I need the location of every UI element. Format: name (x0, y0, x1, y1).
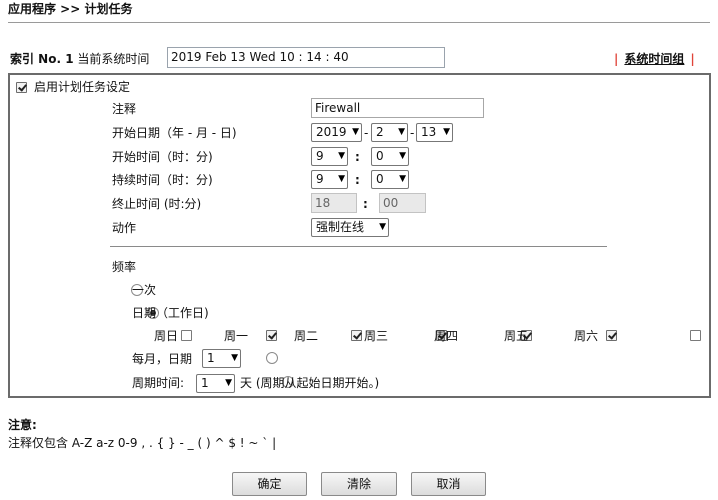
day-thu-label: 周四 (434, 329, 459, 343)
end-hour-field: 18 (311, 193, 357, 213)
time-colon: : (355, 173, 360, 187)
breadcrumb: 应用程序 >> 计划任务 (8, 2, 133, 16)
chevron-down-icon: ▼ (399, 151, 406, 161)
frequency-title: 频率 (112, 260, 137, 274)
day-sun-checkbox[interactable] (181, 330, 193, 341)
action-label: 动作 (112, 221, 137, 235)
start-time-label: 开始时间（时：分) (112, 150, 213, 164)
enable-checkbox[interactable] (16, 82, 27, 93)
chevron-down-icon: ▼ (379, 222, 386, 232)
duration-hour-value: 9 (316, 172, 324, 186)
chevron-down-icon: ▼ (225, 378, 232, 388)
day-fri-label: 周五 (504, 329, 529, 343)
end-minute-field: 00 (379, 193, 426, 213)
duration-minute-value: 0 (376, 172, 384, 186)
start-minute-value: 0 (376, 149, 384, 163)
index-label: 索引 No. 1 (10, 52, 74, 66)
duration-label: 持续时间（时：分) (112, 173, 213, 187)
monthly-day-value: 1 (207, 351, 215, 365)
ok-button[interactable]: 确定 (232, 472, 307, 496)
header-divider (8, 22, 710, 23)
comment-input[interactable]: Firewall (311, 98, 484, 118)
time-colon: : (355, 150, 360, 164)
pipe-right: | (690, 52, 695, 66)
comment-label: 注释 (112, 102, 137, 116)
chevron-down-icon: ▼ (231, 353, 238, 363)
duration-hour-select[interactable]: 9 ▼ (311, 170, 348, 189)
chevron-down-icon: ▼ (398, 127, 405, 137)
cycle-days-select[interactable]: 1 ▼ (196, 374, 235, 393)
start-day-select[interactable]: 13 ▼ (416, 123, 453, 142)
cycle-label: 周期时间: (132, 376, 185, 390)
date-separator: - (410, 126, 415, 140)
day-sat-label: 周六 (574, 329, 599, 343)
note-text: 注释仅包含 A-Z a-z 0-9 , . { } - _ ( ) ^ $ ! … (8, 436, 277, 450)
day-sun-label: 周日 (154, 329, 179, 343)
time-colon: : (363, 197, 368, 211)
chevron-down-icon: ▼ (352, 127, 359, 137)
start-year-value: 2019 (316, 125, 347, 139)
start-month-select[interactable]: 2 ▼ (371, 123, 408, 142)
current-time-label: 当前系统时间 (77, 52, 150, 66)
day-wed-label: 周三 (364, 329, 389, 343)
action-select[interactable]: 强制在线 ▼ (311, 218, 389, 237)
weekdays-label: 日期（工作日) (132, 306, 209, 320)
section-divider (110, 246, 607, 247)
note-title: 注意: (8, 418, 37, 432)
once-label: 一次 (132, 283, 157, 297)
day-tue-label: 周二 (294, 329, 319, 343)
group-link-wrap: | 系统时间组 | (614, 51, 695, 67)
duration-minute-select[interactable]: 0 ▼ (371, 170, 409, 189)
cycle-suffix: 天 (周期从起始日期开始。) (240, 376, 380, 390)
monthly-label: 每月，日期 (132, 352, 193, 366)
day-mon-label: 周一 (224, 329, 249, 343)
system-time-group-link[interactable]: 系统时间组 (624, 52, 684, 66)
clear-button[interactable]: 清除 (321, 472, 397, 496)
start-month-value: 2 (376, 125, 384, 139)
start-year-select[interactable]: 2019 ▼ (311, 123, 362, 142)
start-hour-select[interactable]: 9 ▼ (311, 147, 348, 166)
start-hour-value: 9 (316, 149, 324, 163)
cycle-days-value: 1 (201, 376, 209, 390)
pipe-left: | (614, 52, 619, 66)
chevron-down-icon: ▼ (338, 151, 345, 161)
start-minute-select[interactable]: 0 ▼ (371, 147, 409, 166)
action-value: 强制在线 (316, 220, 365, 234)
day-fri-checkbox[interactable] (605, 330, 617, 341)
current-time-field: 2019 Feb 13 Wed 10 : 14 : 40 (167, 47, 445, 68)
day-sat-checkbox[interactable] (690, 330, 702, 341)
date-separator: - (364, 126, 369, 140)
enable-label: 启用计划任务设定 (34, 80, 131, 94)
chevron-down-icon: ▼ (443, 127, 450, 137)
chevron-down-icon: ▼ (399, 174, 406, 184)
start-day-value: 13 (421, 125, 437, 139)
day-mon-checkbox[interactable] (266, 330, 278, 341)
monthly-day-select[interactable]: 1 ▼ (202, 349, 241, 368)
cancel-button[interactable]: 取消 (411, 472, 486, 496)
chevron-down-icon: ▼ (338, 174, 345, 184)
start-date-label: 开始日期（年 - 月 - 日) (112, 126, 237, 140)
end-time-label: 终止时间 (时:分) (112, 197, 202, 211)
index-time-label: 索引 No. 1 当前系统时间 (10, 51, 149, 67)
day-tue-checkbox[interactable] (351, 330, 363, 341)
